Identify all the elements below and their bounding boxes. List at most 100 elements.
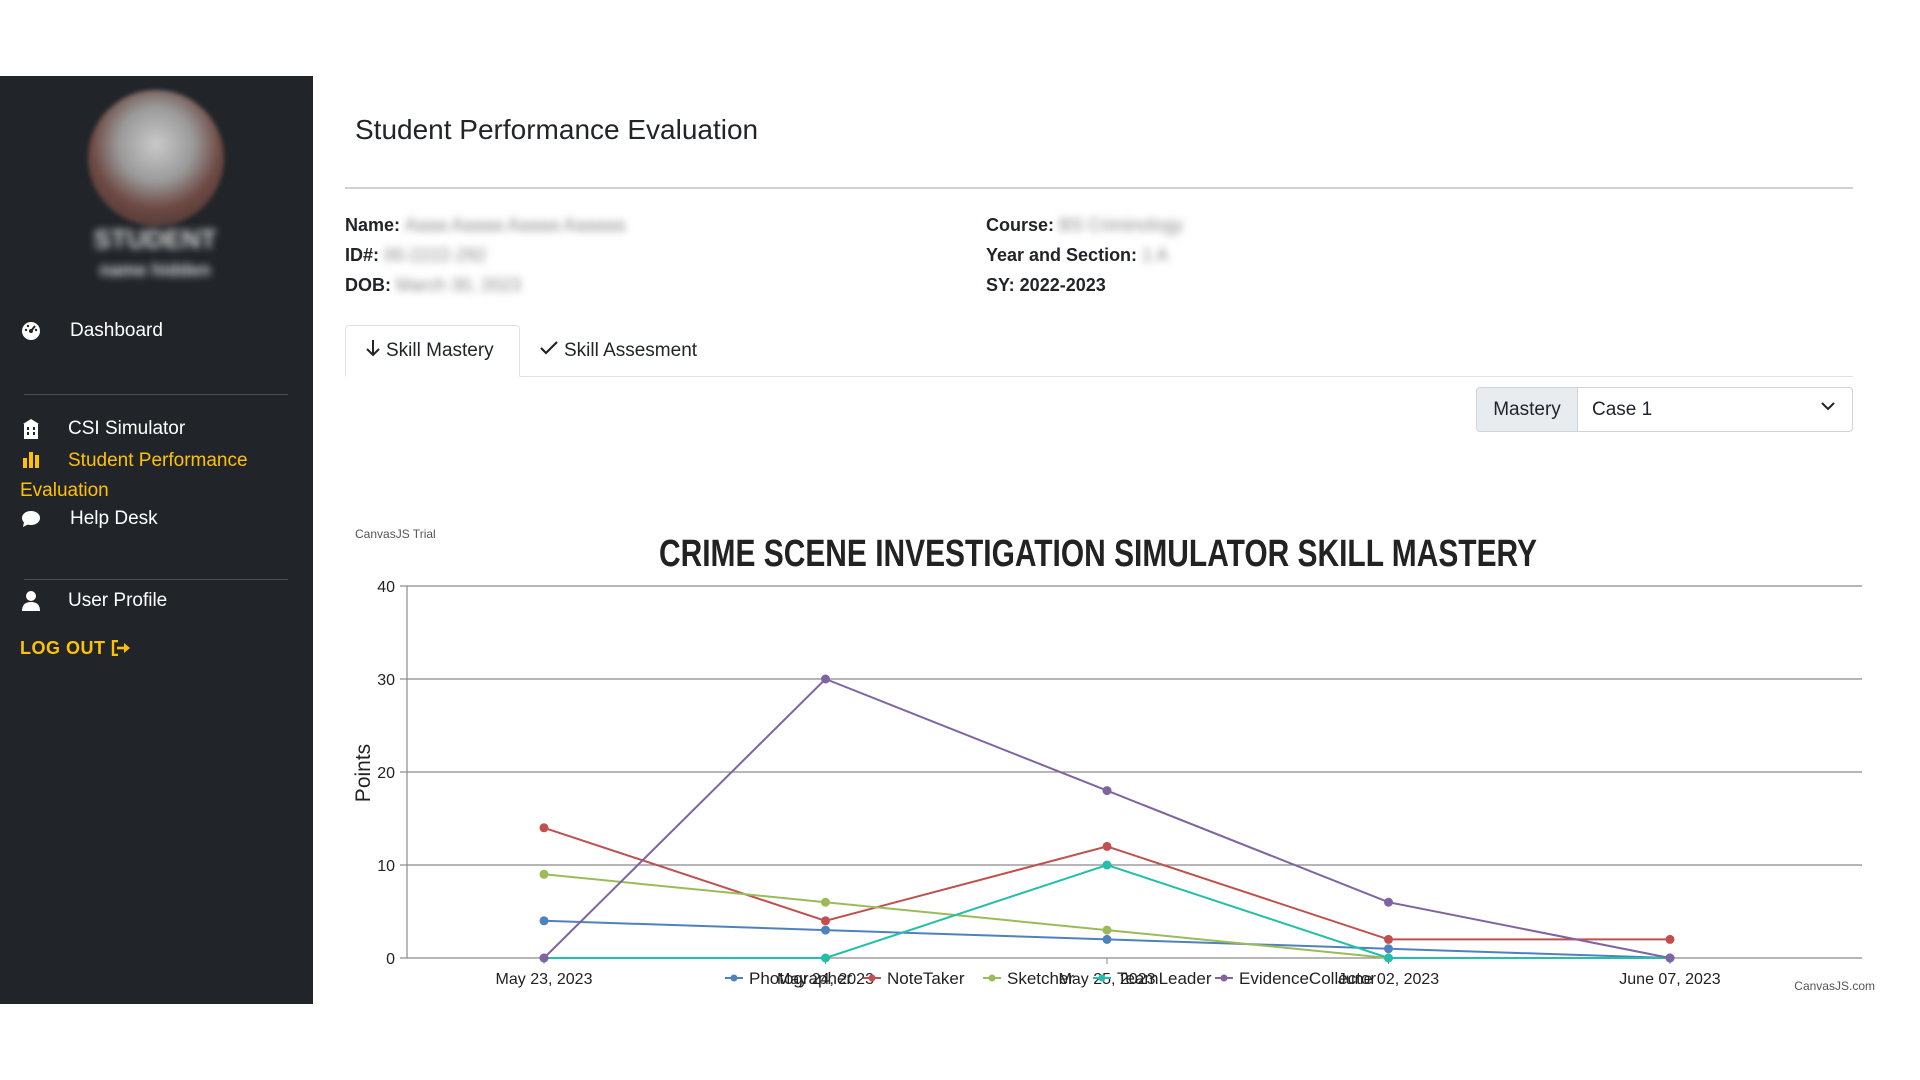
legend-marker (868, 974, 876, 982)
mastery-label: Mastery (1476, 387, 1578, 432)
sidebar-divider (24, 394, 288, 395)
data-point-NoteTaker (1102, 841, 1112, 851)
data-point-NoteTaker (1384, 934, 1393, 944)
sidebar-divider (24, 579, 288, 580)
sidebar-item-label: Dashboard (70, 320, 163, 341)
student-info-left: Name: Aaaa Aaaaa Aaaaa Aaaaaa ID#: 00-22… (345, 210, 625, 300)
data-point-NoteTaker (539, 823, 549, 833)
title-divider (345, 187, 1853, 189)
case-select[interactable]: Case 1 (1578, 387, 1853, 432)
logout-link[interactable]: LOG OUT (20, 638, 131, 659)
y-tick-label: 40 (377, 579, 395, 596)
user-name: name hidden (99, 260, 211, 280)
student-course-value: BS Criminology (1059, 215, 1184, 235)
legend-item[interactable]: EvidenceCollector (1215, 969, 1376, 988)
student-year-value: 1 A (1142, 245, 1169, 265)
tab-skill-mastery[interactable]: Skill Mastery (345, 325, 520, 377)
data-point-Sketcher (1102, 925, 1112, 935)
legend-label: TeamLeader (1117, 969, 1212, 988)
chart-svg: CanvasJS Trial CRIME SCENE INVESTIGATION… (352, 527, 1875, 993)
y-axis-ticks: 0 10 20 30 40 (377, 579, 395, 968)
data-point-TeamLeader (821, 953, 830, 963)
chart-credit[interactable]: CanvasJS.com (1794, 979, 1875, 993)
arrow-down-icon (366, 339, 380, 363)
main-content: Student Performance Evaluation Name: Aaa… (313, 76, 1920, 1004)
y-tick-label: 10 (377, 858, 395, 875)
legend-item[interactable]: Photographer (725, 969, 852, 988)
tab-bar: Skill Mastery Skill Assesment (345, 325, 1853, 377)
legend-item[interactable]: Sketcher (983, 969, 1074, 988)
chart-legend: Photographer NoteTaker Sketcher TeamLeader E… (725, 969, 1376, 988)
user-icon (20, 590, 42, 612)
student-course-row: Course: BS Criminology (986, 210, 1183, 240)
chart-grid (400, 585, 1862, 964)
data-point-NoteTaker (1665, 934, 1675, 944)
sidebar-item-csi-simulator[interactable]: CSI Simulator (20, 418, 185, 440)
chat-icon (20, 508, 42, 530)
user-role: STUDENT (93, 224, 217, 254)
data-point-Photographer (1384, 944, 1393, 954)
data-point-TeamLeader (1384, 953, 1393, 963)
sidebar-item-dashboard[interactable]: Dashboard (20, 320, 163, 342)
mastery-select-group: Mastery Case 1 (1476, 387, 1853, 432)
y-tick-label: 0 (386, 951, 395, 968)
data-point-Sketcher (821, 897, 830, 907)
app-window: STUDENT name hidden Dashboard CSI Simula… (0, 76, 1920, 1004)
skill-mastery-chart: CanvasJS Trial CRIME SCENE INVESTIGATION… (345, 438, 1885, 1003)
page-title: Student Performance Evaluation (355, 114, 759, 145)
chart-title: CRIME SCENE INVESTIGATION SIMULATOR SKIL… (659, 533, 1537, 575)
data-point-EvidenceCollector (1665, 953, 1675, 963)
x-tick-label: June 07, 2023 (1619, 971, 1721, 988)
data-point-EvidenceCollector (539, 953, 549, 963)
dashboard-icon (20, 320, 42, 342)
check-icon (540, 340, 558, 362)
logout-icon (111, 638, 131, 658)
data-point-Photographer (539, 916, 549, 926)
x-axis-ticks: May 23, 2023 May 24, 2023 May 25, 2023 June… (496, 971, 1721, 988)
data-point-Photographer (1102, 934, 1112, 944)
sidebar-item-label[interactable]: Student Performance Evaluation (20, 446, 290, 506)
building-icon (20, 418, 42, 440)
sidebar: STUDENT name hidden Dashboard CSI Simula… (0, 76, 313, 1004)
legend-label: Photographer (749, 969, 852, 988)
student-info-right: Course: BS Criminology Year and Section:… (986, 210, 1183, 300)
legend-marker (988, 974, 996, 982)
data-point-TeamLeader (1102, 860, 1112, 870)
student-id-value: 00-2222-292 (384, 245, 487, 265)
y-tick-label: 20 (377, 765, 395, 782)
student-name-value: Aaaa Aaaaa Aaaaa Aaaaaa (405, 215, 626, 235)
legend-label: EvidenceCollector (1239, 969, 1376, 988)
series-line-EvidenceCollector (543, 677, 1671, 959)
student-year-row: Year and Section: 1 A (986, 240, 1183, 270)
sidebar-item-help-desk[interactable]: Help Desk (20, 508, 158, 530)
data-point-EvidenceCollector (1384, 897, 1393, 907)
x-tick-label: May 23, 2023 (496, 971, 593, 988)
legend-marker (730, 974, 738, 982)
sidebar-item-user-profile[interactable]: User Profile (20, 590, 167, 612)
student-id-row: ID#: 00-2222-292 (345, 240, 625, 270)
data-point-Photographer (821, 925, 830, 935)
student-dob-row: DOB: March 30, 2023 (345, 270, 625, 300)
chart-series (539, 674, 1675, 963)
student-sy-row: SY: 2022-2023 (986, 275, 1106, 295)
data-point-Sketcher (539, 869, 549, 879)
tab-skill-assesment[interactable]: Skill Assesment (520, 325, 717, 377)
data-point-EvidenceCollector (821, 674, 830, 684)
sidebar-item-label: Help Desk (70, 508, 158, 529)
data-point-NoteTaker (821, 916, 830, 926)
logout-label: LOG OUT (20, 638, 106, 658)
chevron-down-icon (1820, 398, 1836, 419)
legend-marker (1220, 974, 1228, 982)
student-dob-value: March 30, 2023 (396, 275, 522, 295)
y-tick-label: 30 (377, 672, 395, 689)
student-name-row: Name: Aaaa Aaaaa Aaaaa Aaaaaa (345, 210, 625, 240)
legend-label: NoteTaker (887, 969, 965, 988)
chart-watermark: CanvasJS Trial (355, 527, 436, 541)
sidebar-item-label: CSI Simulator (68, 418, 186, 439)
legend-label: Sketcher (1007, 969, 1074, 988)
avatar (88, 90, 224, 226)
y-axis-label: Points (352, 744, 375, 802)
legend-item[interactable]: NoteTaker (863, 969, 965, 988)
data-point-EvidenceCollector (1102, 786, 1112, 796)
series-line-TeamLeader (544, 863, 1670, 959)
